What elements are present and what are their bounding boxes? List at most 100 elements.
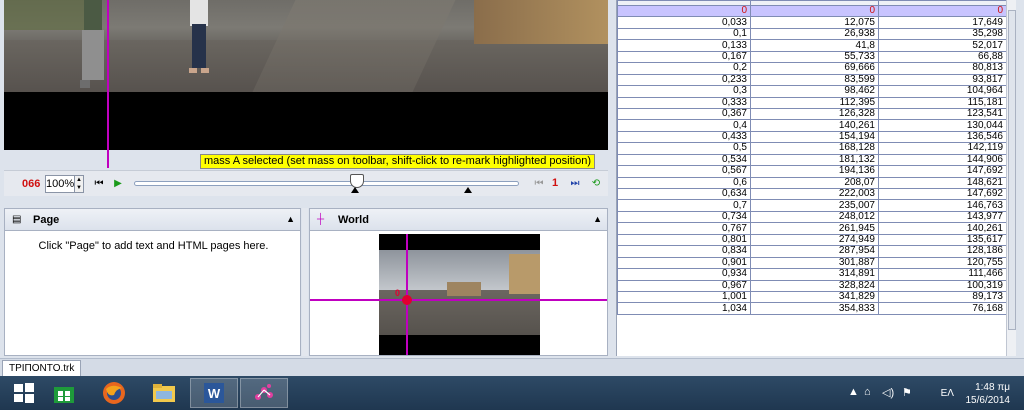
network-icon[interactable]: ⌂ — [864, 386, 871, 398]
table-cell[interactable]: 168,128 — [750, 142, 879, 155]
table-cell[interactable]: 0,634 — [617, 187, 751, 201]
table-cell[interactable]: 0,433 — [617, 130, 751, 144]
table-cell[interactable]: 12,075 — [750, 16, 879, 29]
file-tab[interactable]: ΤΡΙΠΟΝΤΟ.trk — [2, 360, 82, 376]
table-cell[interactable]: 123,541 — [878, 107, 1007, 121]
explorer-button[interactable] — [140, 378, 188, 408]
table-cell[interactable]: 26,938 — [750, 27, 879, 41]
show-hidden-icons-icon[interactable]: ▲ — [848, 386, 859, 398]
flag-icon[interactable]: ⚑ — [902, 386, 912, 399]
table-scrollbar[interactable] — [1006, 0, 1016, 356]
table-cell[interactable]: 148,621 — [878, 176, 1007, 190]
page-panel-title[interactable]: Page — [33, 214, 59, 226]
language-indicator[interactable]: ΕΛ — [941, 388, 954, 399]
table-cell[interactable]: 0,7 — [617, 199, 751, 212]
zoom-field[interactable]: 100% — [45, 175, 75, 193]
table-cell[interactable]: 261,945 — [750, 222, 879, 235]
table-cell[interactable]: 0,033 — [617, 16, 751, 29]
end-marker-icon[interactable] — [464, 187, 472, 193]
table-cell[interactable]: 0,333 — [617, 96, 751, 109]
clock-time[interactable]: 1:48 πμ — [975, 382, 1010, 393]
table-cell[interactable]: 0,567 — [617, 165, 751, 178]
table-cell[interactable]: 147,692 — [878, 165, 1007, 178]
table-cell[interactable]: 0,6 — [617, 176, 751, 190]
table-row[interactable]: 0,3 98,462 104,964 — [617, 85, 1007, 98]
table-row[interactable]: 0,734 248,012 143,977 — [617, 210, 1007, 224]
panel-divider[interactable] — [302, 208, 308, 356]
table-row[interactable]: 0,901 301,887 120,755 — [617, 256, 1007, 270]
table-cell[interactable]: 0,167 — [617, 50, 751, 64]
table-cell[interactable]: 98,462 — [750, 85, 879, 98]
table-cell[interactable]: 0,901 — [617, 256, 751, 270]
table-cell[interactable]: 35,298 — [878, 27, 1007, 41]
table-cell[interactable]: 0,767 — [617, 222, 751, 235]
tracker-button[interactable] — [240, 378, 288, 408]
table-cell[interactable]: 52,017 — [878, 39, 1007, 52]
table-cell[interactable]: 154,194 — [750, 130, 879, 144]
table-cell[interactable]: 83,599 — [750, 73, 879, 87]
table-cell[interactable]: 354,833 — [750, 302, 879, 315]
table-cell[interactable]: 140,261 — [878, 222, 1007, 235]
firefox-button[interactable] — [90, 378, 138, 408]
table-row[interactable]: 0,567 194,136 147,692 — [617, 165, 1007, 178]
table-cell[interactable]: 0 — [750, 4, 879, 18]
table-row[interactable]: 0,7 235,007 146,763 — [617, 199, 1007, 212]
table-cell[interactable]: 0,967 — [617, 279, 751, 292]
table-cell[interactable]: 144,906 — [878, 153, 1007, 167]
table-cell[interactable]: 0,5 — [617, 142, 751, 155]
table-row[interactable]: 0,4 140,261 130,044 — [617, 119, 1007, 132]
table-row[interactable]: 0,433 154,194 136,546 — [617, 130, 1007, 144]
table-row[interactable]: 0,033 12,075 17,649 — [617, 16, 1007, 29]
volume-icon[interactable]: ◁) — [882, 386, 894, 399]
table-cell[interactable]: 0,133 — [617, 39, 751, 52]
loop-icon[interactable]: ⟲ — [589, 177, 603, 191]
table-cell[interactable]: 140,261 — [750, 119, 879, 132]
table-cell[interactable]: 0,801 — [617, 233, 751, 247]
table-row[interactable]: 0,5 168,128 142,119 — [617, 142, 1007, 155]
table-cell[interactable]: 0,3 — [617, 85, 751, 98]
table-cell[interactable]: 126,328 — [750, 107, 879, 121]
start-marker-icon[interactable] — [351, 187, 359, 193]
table-row[interactable]: 0,767 261,945 140,261 — [617, 222, 1007, 235]
table-cell[interactable]: 104,964 — [878, 85, 1007, 98]
video-slider[interactable] — [134, 181, 519, 186]
reset-icon[interactable]: ⏮ — [92, 177, 106, 191]
table-cell[interactable]: 314,891 — [750, 268, 879, 281]
table-cell[interactable]: 135,617 — [878, 233, 1007, 247]
table-cell[interactable]: 0,734 — [617, 210, 751, 224]
scrollbar-thumb[interactable] — [1008, 10, 1016, 330]
table-row[interactable]: 0,6 208,07 148,621 — [617, 176, 1007, 190]
table-cell[interactable]: 76,168 — [878, 302, 1007, 315]
table-cell[interactable]: 55,733 — [750, 50, 879, 64]
table-cell[interactable]: 128,186 — [878, 245, 1007, 258]
table-cell[interactable]: 248,012 — [750, 210, 879, 224]
table-cell[interactable]: 222,003 — [750, 187, 879, 201]
table-row[interactable]: 0,1 26,938 35,298 — [617, 27, 1007, 41]
zoom-spinner[interactable]: ▲ ▼ — [75, 175, 84, 193]
world-panel-title[interactable]: World — [338, 214, 369, 226]
table-cell[interactable]: 17,649 — [878, 16, 1007, 29]
step-size[interactable]: 1 — [552, 177, 558, 189]
table-header-row[interactable]: 000 — [617, 4, 1007, 18]
world-view-image[interactable] — [379, 234, 540, 355]
table-cell[interactable]: 0,834 — [617, 245, 751, 258]
table-cell[interactable]: 194,136 — [750, 165, 879, 178]
table-cell[interactable]: 0,1 — [617, 27, 751, 41]
table-row[interactable]: 0,233 83,599 93,817 — [617, 73, 1007, 87]
table-cell[interactable]: 0 — [617, 4, 751, 18]
play-icon[interactable]: ▶ — [111, 177, 125, 191]
table-row[interactable]: 0,333 112,395 115,181 — [617, 96, 1007, 109]
table-cell[interactable]: 301,887 — [750, 256, 879, 270]
table-row[interactable]: 0,934 314,891 111,466 — [617, 268, 1007, 281]
table-cell[interactable]: 147,692 — [878, 187, 1007, 201]
table-cell[interactable]: 120,755 — [878, 256, 1007, 270]
table-cell[interactable]: 181,132 — [750, 153, 879, 167]
table-cell[interactable]: 341,829 — [750, 290, 879, 304]
table-cell[interactable]: 130,044 — [878, 119, 1007, 132]
table-cell[interactable]: 115,181 — [878, 96, 1007, 109]
store-button[interactable] — [40, 378, 88, 408]
table-cell[interactable]: 1,001 — [617, 290, 751, 304]
table-row[interactable]: 0,834 287,954 128,186 — [617, 245, 1007, 258]
page-panel-header[interactable]: ▤ Page ▲ — [5, 209, 300, 231]
table-row[interactable]: 0,801 274,949 135,617 — [617, 233, 1007, 247]
